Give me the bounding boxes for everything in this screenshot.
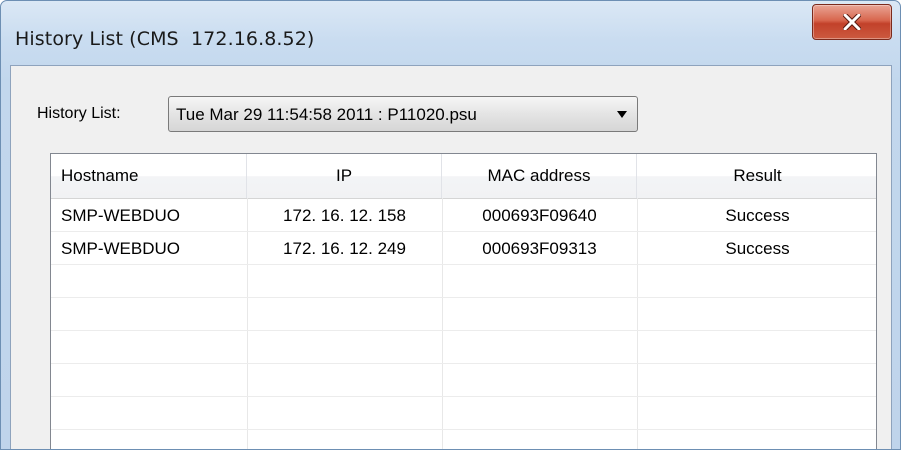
cell-hostname: SMP-WEBDUO xyxy=(61,239,180,258)
table-header: Hostname IP MAC address Result xyxy=(51,154,876,199)
title-bar[interactable]: History List (CMS 172.16.8.52) xyxy=(1,1,900,65)
cell-ip: 172. 16. 12. 249 xyxy=(283,239,406,258)
cell-result: Success xyxy=(725,239,790,258)
history-list-label: History List: xyxy=(37,105,121,122)
history-list-selected-value: Tue Mar 29 11:54:58 2011 : P11020.psu xyxy=(176,105,477,124)
column-header-mac-address[interactable]: MAC address xyxy=(442,154,637,198)
history-list-dropdown[interactable]: Tue Mar 29 11:54:58 2011 : P11020.psu xyxy=(168,96,638,132)
close-icon xyxy=(843,14,861,30)
cell-hostname: SMP-WEBDUO xyxy=(61,206,180,225)
close-button[interactable] xyxy=(812,4,892,40)
window-title: History List (CMS 172.16.8.52) xyxy=(15,28,315,50)
grid-divider xyxy=(51,429,876,430)
table-row[interactable]: SMP-WEBDUO 172. 16. 12. 249 000693F09313… xyxy=(51,232,876,265)
grid-divider xyxy=(51,363,876,364)
column-header-ip[interactable]: IP xyxy=(247,154,442,198)
grid-divider xyxy=(51,330,876,331)
column-header-result[interactable]: Result xyxy=(637,154,876,198)
cell-mac-address: 000693F09640 xyxy=(482,206,597,225)
cell-result: Success xyxy=(725,206,790,225)
history-list-window: History List (CMS 172.16.8.52) History L… xyxy=(0,0,901,450)
grid-divider xyxy=(51,297,876,298)
column-header-hostname[interactable]: Hostname xyxy=(51,154,247,198)
history-list-table[interactable]: Hostname IP MAC address Result SMP-WEBDU… xyxy=(50,153,877,449)
grid-divider xyxy=(51,396,876,397)
chevron-down-icon[interactable] xyxy=(617,111,627,118)
table-row[interactable]: SMP-WEBDUO 172. 16. 12. 158 000693F09640… xyxy=(51,199,876,232)
cell-mac-address: 000693F09313 xyxy=(482,239,597,258)
cell-ip: 172. 16. 12. 158 xyxy=(283,206,406,225)
